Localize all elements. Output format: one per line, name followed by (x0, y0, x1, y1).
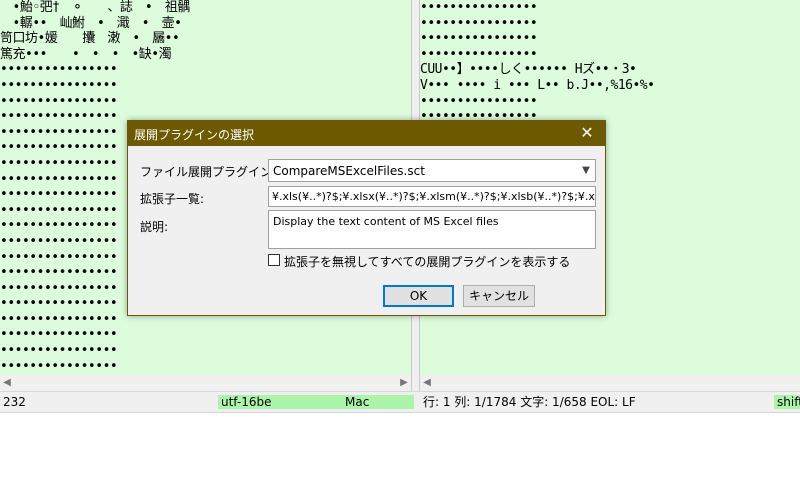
right-horizontal-scrollbar[interactable]: ◀ (420, 375, 800, 391)
text-line: •••••••••••••••• (0, 327, 118, 343)
description-value: Display the text content of MS Excel fil… (273, 215, 499, 228)
empty-area (0, 413, 800, 479)
text-line: •••••••••••••••• (0, 358, 118, 374)
description-label: 説明: (140, 220, 169, 234)
text-line: •••••••••••••••• (420, 0, 538, 15)
scroll-left-arrow-icon[interactable]: ◀ (420, 375, 434, 391)
text-line: V••• •••• i ••• L•• b.J••,%16•%• (420, 77, 655, 93)
plugin-label: ファイル展開プラグイン: (140, 165, 277, 179)
text-line: •••••••••••••••• (0, 77, 118, 93)
scroll-left-arrow-icon[interactable]: ◀ (0, 375, 14, 391)
left-horizontal-scrollbar[interactable]: ◀ ▶ (0, 375, 411, 391)
extension-label: 拡張子一覧: (140, 192, 205, 206)
description-field[interactable]: Display the text content of MS Excel fil… (268, 210, 596, 249)
text-line: •••••••••••••••• (420, 15, 538, 31)
text-line: •鮐◦弝† ⚬ 、誌 • 祖髃 (0, 0, 191, 15)
status-encoding[interactable]: utf-16be (218, 395, 342, 409)
text-line: 笥口坊•媛 攮 潄 • 屫•• (0, 31, 180, 47)
status-bar: 232 utf-16be Mac 行: 1 列: 1/1784 文字: 1/65… (0, 391, 800, 413)
dialog-titlebar[interactable]: 展開プラグインの選択 ✕ (128, 121, 605, 146)
text-line: •••••••••••••••• (420, 46, 538, 62)
plugin-combobox[interactable]: CompareMSExcelFiles.sct ▼ (268, 159, 596, 182)
chevron-down-icon[interactable]: ▼ (577, 160, 595, 181)
status-position: 行: 1 列: 1/1784 文字: 1/658 EOL: LF (423, 395, 636, 409)
cancel-button[interactable]: キャンセル (463, 285, 535, 307)
ignore-extension-label[interactable]: 拡張子を無視してすべての展開プラグインを表示する (284, 253, 570, 270)
extension-field[interactable]: ¥.xls(¥..*)?$;¥.xlsx(¥..*)?$;¥.xlsm(¥..*… (268, 186, 596, 207)
text-line: •••••••••••••••• (0, 62, 118, 78)
text-line: •••••••••••••••• (0, 93, 118, 109)
ignore-extension-checkbox[interactable] (268, 254, 280, 266)
status-left-number: 232 (3, 395, 26, 409)
ok-button[interactable]: OK (383, 285, 454, 307)
status-right-encoding[interactable]: shift (774, 395, 800, 409)
extension-value: ¥.xls(¥..*)?$;¥.xlsx(¥..*)?$;¥.xlsm(¥..*… (272, 190, 596, 203)
text-line: •••••••••••••••• (420, 93, 538, 109)
text-line: CUU••】••••しく•••••• Hズ••・3• (420, 62, 637, 78)
text-line: 篤充••• • • • •缺•濁 (0, 46, 172, 62)
dialog-title: 展開プラグインの選択 (134, 128, 255, 142)
text-line: •轏•• 屾鮒 • 濈 • 壸• (0, 15, 182, 31)
plugin-value: CompareMSExcelFiles.sct (273, 164, 425, 178)
text-line: •••••••••••••••• (420, 31, 538, 47)
plugin-select-dialog: 展開プラグインの選択 ✕ ファイル展開プラグイン: CompareMSExcel… (127, 120, 606, 316)
close-icon[interactable]: ✕ (577, 123, 597, 143)
text-line: •••••••••••••••• (0, 343, 118, 359)
scroll-right-arrow-icon[interactable]: ▶ (397, 375, 411, 391)
status-eol-mode[interactable]: Mac (342, 395, 414, 409)
